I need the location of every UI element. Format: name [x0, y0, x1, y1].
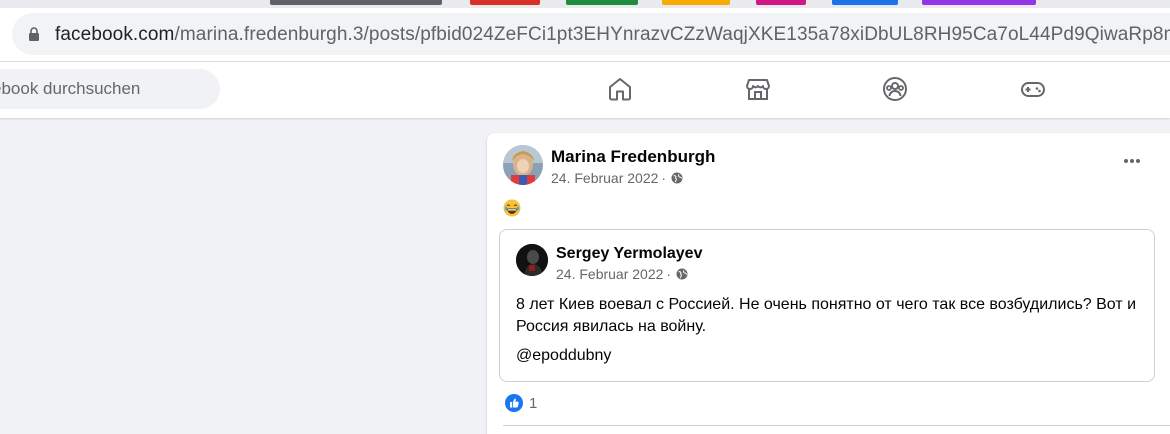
shared-author-avatar[interactable]	[516, 244, 548, 276]
more-icon	[1124, 159, 1140, 163]
post-author[interactable]: Marina Fredenburgh	[551, 147, 715, 167]
browser-tab[interactable]	[756, 0, 806, 5]
browser-tab[interactable]	[832, 0, 898, 5]
post-card: Marina Fredenburgh 24. Februar 2022 · Se…	[487, 133, 1170, 434]
shared-post-text: 8 лет Киев воевал с Россией. Не очень по…	[516, 296, 1137, 335]
browser-address-bar: facebook.com/marina.fredenburgh.3/posts/…	[0, 8, 1170, 62]
post-date[interactable]: 24. Februar 2022	[551, 170, 658, 186]
reaction-count[interactable]: 1	[529, 395, 537, 412]
shared-post-meta: 24. Februar 2022 ·	[556, 266, 688, 282]
globe-icon[interactable]	[676, 268, 688, 280]
browser-tab[interactable]	[566, 0, 638, 5]
search-input[interactable]	[0, 69, 220, 109]
globe-icon[interactable]	[671, 172, 683, 184]
browser-tab[interactable]	[470, 0, 540, 5]
facebook-header	[0, 62, 1170, 118]
divider	[503, 425, 1170, 426]
gaming-icon[interactable]	[1019, 75, 1047, 103]
like-icon[interactable]	[505, 394, 523, 412]
author-avatar[interactable]	[503, 145, 543, 185]
groups-icon[interactable]	[881, 75, 909, 103]
browser-tab[interactable]	[270, 0, 442, 5]
post-meta: 24. Februar 2022 ·	[551, 170, 683, 186]
home-icon[interactable]	[606, 75, 634, 103]
url-text[interactable]: facebook.com/marina.fredenburgh.3/posts/…	[55, 24, 1170, 46]
more-options-button[interactable]	[1117, 151, 1147, 171]
browser-tab[interactable]	[922, 0, 1036, 5]
url-path: /marina.fredenburgh.3/posts/pfbid024ZeFC…	[174, 24, 1170, 45]
lock-icon[interactable]	[28, 27, 40, 41]
browser-tab[interactable]	[662, 0, 730, 5]
url-omnibox[interactable]: facebook.com/marina.fredenburgh.3/posts/…	[12, 13, 1170, 55]
meta-separator: ·	[661, 170, 667, 186]
facebook-search	[0, 69, 220, 109]
shared-post-date[interactable]: 24. Februar 2022	[556, 266, 663, 282]
meta-separator: ·	[666, 266, 672, 282]
laughing-emoji-icon	[503, 199, 521, 217]
browser-tab-strip	[0, 0, 1170, 8]
shared-post-mention[interactable]: @epoddubny	[516, 347, 611, 365]
shared-post[interactable]: Sergey Yermolayev 24. Februar 2022 · 8 л…	[499, 229, 1155, 382]
marketplace-icon[interactable]	[744, 75, 772, 103]
shared-post-author[interactable]: Sergey Yermolayev	[556, 245, 702, 263]
url-host: facebook.com	[55, 24, 175, 45]
